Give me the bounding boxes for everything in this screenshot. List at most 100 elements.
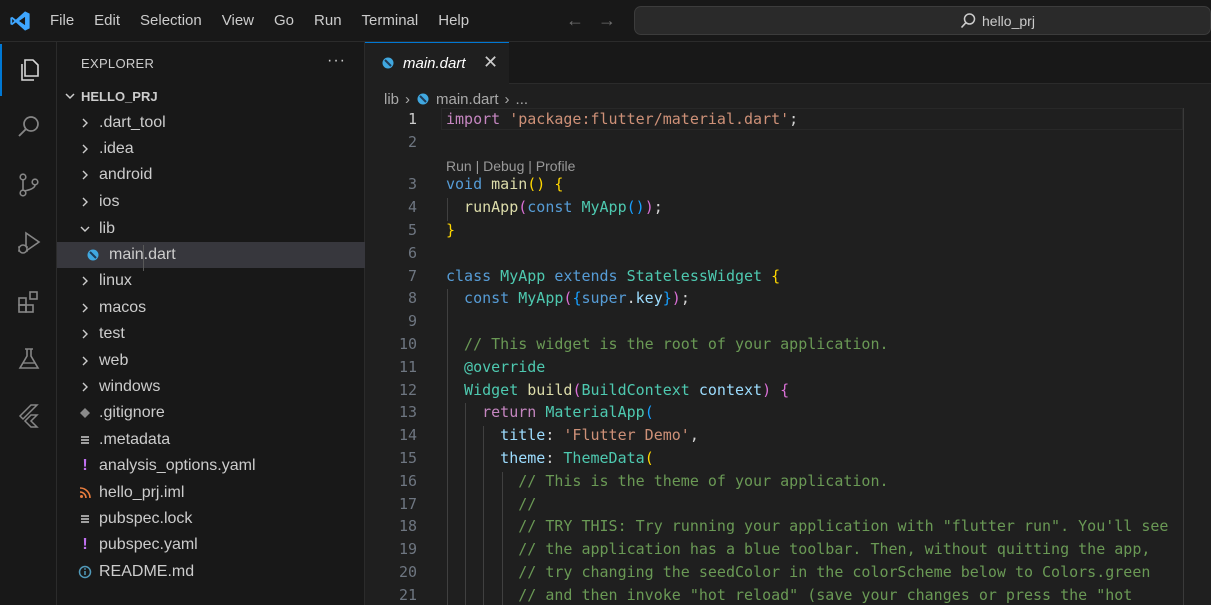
token: super [581,289,627,307]
token: ( [644,449,654,467]
code-line-17: // [446,495,537,513]
tree-item-label: README.md [99,563,195,580]
dart-file-icon [382,57,394,69]
tree-item-android[interactable]: android [57,162,365,188]
chevron-down-icon [77,221,93,237]
token: ThemeData [563,449,645,467]
menu-edit[interactable]: Edit [84,0,130,42]
extensions-icon [17,291,38,313]
menu-view[interactable]: View [212,0,264,42]
more-actions-icon[interactable]: ··· [327,52,346,70]
vscode-logo-icon [10,11,30,31]
tree-item-gitignore[interactable]: .gitignore [57,400,365,426]
tree-item-main-dart[interactable]: main.dart [57,242,365,268]
code-line-21: // and then invoke "hot reload" (save yo… [446,586,1133,604]
menu-help[interactable]: Help [428,0,479,42]
token: class [446,267,492,285]
tree-item-analysis-options[interactable]: ! analysis_options.yaml [57,453,365,479]
token: MyApp [509,289,564,307]
line-number: 18 [398,517,417,535]
tree-item-label: ios [99,193,120,210]
search-text: hello_prj [982,13,1035,29]
explorer-header: EXPLORER [81,56,155,71]
tree-item-macos[interactable]: macos [57,295,365,321]
testing-activity[interactable] [0,333,57,385]
tree-item-hello-prj-iml[interactable]: hello_prj.iml [57,480,365,506]
breadcrumb-more[interactable]: ... [516,91,529,108]
menu-terminal[interactable]: Terminal [352,0,429,42]
code-line-16: // This is the theme of your application… [446,472,889,490]
code-line-20: // try changing the seedColor in the col… [446,563,1151,581]
tree-item-readme[interactable]: README.md [57,559,365,585]
line-number: 12 [398,381,417,399]
token: main [482,175,528,193]
tree-item-windows[interactable]: windows [57,374,365,400]
tab-main-dart[interactable]: main.dart ✕ [365,42,509,84]
explorer-activity[interactable] [0,44,57,96]
code-line-7: class MyApp extends StatelessWidget { [446,267,780,285]
code-line-3: void main() { [446,175,563,193]
tree-item-dart-tool[interactable]: .dart_tool [57,110,365,136]
tree-item-label: .dart_tool [99,114,166,131]
tree-item-linux[interactable]: linux [57,268,365,294]
tab-bar: main.dart ✕ [365,42,1211,84]
tree-item-pubspec-yaml[interactable]: ! pubspec.yaml [57,532,365,558]
token: { [762,267,781,285]
chevron-right-icon [77,141,93,157]
line-number: 3 [407,175,417,193]
token: ( [518,198,528,216]
menu-selection[interactable]: Selection [130,0,212,42]
breadcrumb-file[interactable]: main.dart [436,91,499,108]
source-control-activity[interactable] [0,159,57,211]
tree-item-pubspec-lock[interactable]: pubspec.lock [57,506,365,532]
search-activity[interactable] [0,101,57,153]
workspace-root[interactable]: HELLO_PRJ [57,86,365,108]
menu-go[interactable]: Go [264,0,304,42]
token: ) [671,289,681,307]
tree-item-label: linux [99,272,132,289]
flutter-activity[interactable] [0,390,57,442]
run-debug-activity[interactable] [0,217,57,269]
command-center-search[interactable]: hello_prj [634,6,1211,35]
code-line-4: runApp(const MyApp()); [446,198,663,216]
rss-file-icon [77,485,93,501]
info-icon [77,564,93,580]
back-arrow-icon[interactable]: ← [566,10,584,32]
tree-item-label: pubspec.yaml [99,536,198,553]
token: ; [653,198,663,216]
extensions-activity[interactable] [0,276,57,328]
token: build [518,381,573,399]
activity-bar [0,42,57,605]
chevron-right-icon [77,353,93,369]
breadcrumb-folder[interactable]: lib [384,91,399,108]
menu-file[interactable]: File [40,0,84,42]
tree-item-test[interactable]: test [57,321,365,347]
code-line-14: title: 'Flutter Demo', [446,426,699,444]
token: : [545,449,564,467]
tree-item-lib[interactable]: lib [57,216,365,242]
token: void [446,175,483,193]
menu-run[interactable]: Run [304,0,352,42]
chevron-right-icon: › [405,90,411,108]
flutter-icon [18,404,39,428]
tree-item-label: macos [99,299,147,316]
codelens-run-debug-profile[interactable]: Run | Debug | Profile [446,158,575,174]
tree-item-metadata[interactable]: .metadata [57,427,365,453]
forward-arrow-icon[interactable]: → [598,10,616,32]
tree-item-web[interactable]: web [57,348,365,374]
code-line-1: import 'package:flutter/material.dart'; [446,110,798,128]
chevron-right-icon: › [504,90,510,108]
line-number: 14 [398,426,417,444]
tree-item-idea[interactable]: .idea [57,136,365,162]
token: { [545,175,564,193]
tree-item-label: lib [99,220,116,237]
tree-item-label: pubspec.lock [99,510,193,527]
close-icon[interactable]: ✕ [483,52,498,73]
line-number: 10 [398,335,417,353]
token: , [689,426,699,444]
editor-ruler [1183,108,1184,605]
tree-item-ios[interactable]: ios [57,189,365,215]
history-nav: ← → [566,10,616,32]
line-number: 17 [398,495,417,513]
dart-file-icon [417,93,429,105]
